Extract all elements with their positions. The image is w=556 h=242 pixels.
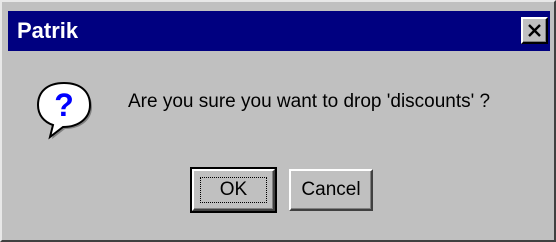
window-title: Patrik: [17, 18, 79, 43]
title-bar[interactable]: Patrik: [8, 11, 550, 51]
dialog-window: Patrik ? Are you sure you want to drop '…: [0, 0, 556, 242]
ok-button[interactable]: OK: [190, 167, 277, 213]
svg-text:?: ?: [54, 87, 74, 123]
cancel-button-label: Cancel: [301, 179, 361, 200]
cancel-button[interactable]: Cancel: [289, 169, 373, 211]
ok-button-label: OK: [219, 179, 248, 200]
close-button[interactable]: [521, 17, 548, 44]
dialog-message: Are you sure you want to drop 'discounts…: [128, 91, 491, 112]
close-icon: [528, 24, 541, 37]
question-icon: ?: [36, 81, 92, 140]
